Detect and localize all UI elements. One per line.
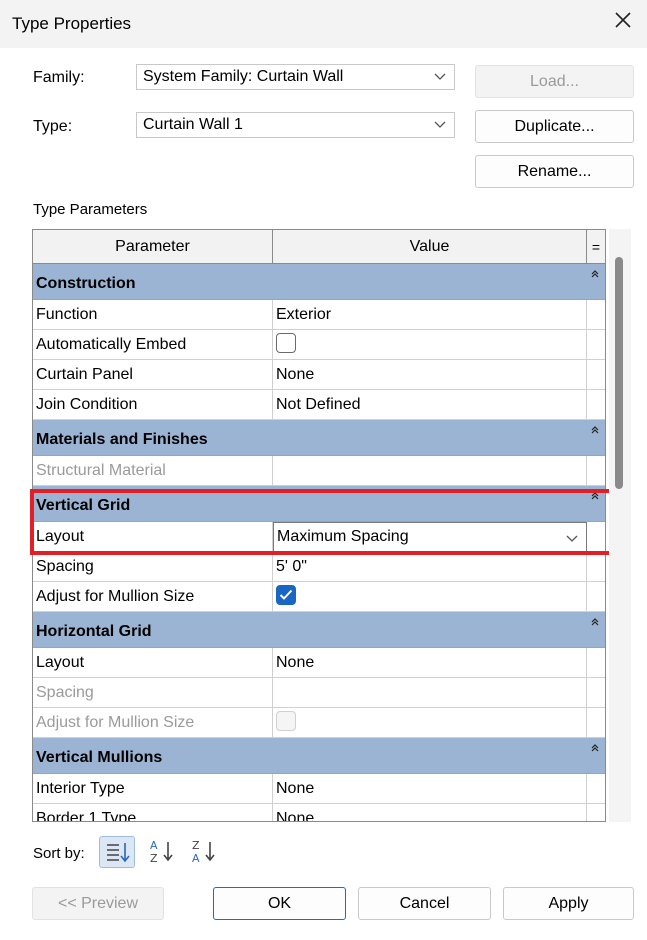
table-row[interactable]: Interior Type None <box>33 774 605 804</box>
row-name: Function <box>33 300 273 330</box>
group-label: Materials and Finishes <box>36 431 208 448</box>
group-sort-icon <box>107 843 130 863</box>
scrollbar-thumb[interactable] <box>615 257 623 489</box>
table-row[interactable]: Join Condition Not Defined <box>33 390 605 420</box>
row-name: Border 1 Type <box>33 804 273 821</box>
row-name: Join Condition <box>33 390 273 420</box>
family-label: Family: <box>33 69 85 86</box>
horizontal-adjust-checkbox <box>276 711 296 732</box>
row-name: Spacing <box>33 678 273 708</box>
row-value[interactable]: None <box>273 804 587 821</box>
table-row[interactable]: Curtain Panel None <box>33 360 605 390</box>
group-vertical-mullions[interactable]: Vertical Mullions <box>33 738 605 774</box>
close-icon <box>615 12 631 28</box>
close-button[interactable] <box>613 10 637 34</box>
parameter-column-header[interactable]: Parameter <box>33 230 273 264</box>
svg-text:Z: Z <box>192 839 200 852</box>
sort-descending-button[interactable]: Z A <box>187 836 223 868</box>
row-value[interactable]: None <box>273 774 587 804</box>
preview-button[interactable]: << Preview <box>32 887 164 920</box>
ok-button[interactable]: OK <box>213 887 346 920</box>
type-select[interactable]: Curtain Wall 1 <box>136 112 455 138</box>
row-value[interactable]: Exterior <box>273 300 587 330</box>
table-row[interactable]: Spacing 5' 0" <box>33 552 605 582</box>
table-row[interactable]: Function Exterior <box>33 300 605 330</box>
svg-text:A: A <box>192 852 200 865</box>
row-name: Adjust for Mullion Size <box>33 582 273 612</box>
vertical-scrollbar[interactable] <box>609 229 631 822</box>
table-row[interactable]: Layout None <box>33 648 605 678</box>
family-select-value: System Family: Curtain Wall <box>143 68 344 85</box>
table-row[interactable]: Spacing <box>33 678 605 708</box>
adjust-for-mullion-size-checkbox[interactable] <box>276 585 296 606</box>
collapse-icon[interactable] <box>589 616 601 628</box>
formula-column-header[interactable]: = <box>587 230 605 264</box>
sort-grouped-button[interactable] <box>99 836 135 868</box>
title-bar: Type Properties <box>0 0 647 48</box>
row-name: Automatically Embed <box>33 330 273 360</box>
table-row[interactable]: Adjust for Mullion Size <box>33 708 605 738</box>
row-name: Spacing <box>33 552 273 582</box>
row-name: Structural Material <box>33 456 273 486</box>
chevron-down-icon <box>434 121 446 128</box>
highlight-box <box>30 489 613 555</box>
row-name: Adjust for Mullion Size <box>33 708 273 738</box>
duplicate-button[interactable]: Duplicate... <box>475 110 634 143</box>
table-row[interactable]: Structural Material <box>33 456 605 486</box>
collapse-icon[interactable] <box>589 424 601 436</box>
sort-za-icon: Z A <box>192 839 215 865</box>
checkmark-icon <box>279 590 293 601</box>
rename-button[interactable]: Rename... <box>475 155 634 188</box>
cancel-button[interactable]: Cancel <box>358 887 491 920</box>
row-value[interactable] <box>273 456 587 486</box>
row-value[interactable]: None <box>273 360 587 390</box>
row-value[interactable]: 5' 0" <box>273 552 587 582</box>
family-select[interactable]: System Family: Curtain Wall <box>136 64 455 90</box>
type-parameters-label: Type Parameters <box>33 201 148 218</box>
type-select-value: Curtain Wall 1 <box>143 116 243 133</box>
row-value[interactable]: Not Defined <box>273 390 587 420</box>
sort-ascending-button[interactable]: A Z <box>145 836 181 868</box>
value-column-header[interactable]: Value <box>273 230 587 264</box>
svg-text:Z: Z <box>150 852 158 865</box>
collapse-icon[interactable] <box>589 268 601 280</box>
table-row[interactable]: Adjust for Mullion Size <box>33 582 605 612</box>
row-value[interactable] <box>273 678 587 708</box>
row-value[interactable]: None <box>273 648 587 678</box>
window-title: Type Properties <box>12 14 132 33</box>
group-label: Construction <box>36 275 136 292</box>
type-label: Type: <box>33 118 73 135</box>
chevron-down-icon <box>434 73 446 80</box>
row-name: Curtain Panel <box>33 360 273 390</box>
svg-text:A: A <box>150 839 158 852</box>
row-name: Interior Type <box>33 774 273 804</box>
row-name: Layout <box>33 648 273 678</box>
group-materials-and-finishes[interactable]: Materials and Finishes <box>33 420 605 456</box>
group-label: Vertical Mullions <box>36 749 163 766</box>
load-button[interactable]: Load... <box>475 65 634 98</box>
sort-by-label: Sort by: <box>33 845 85 862</box>
table-row[interactable]: Border 1 Type None <box>33 804 605 821</box>
group-horizontal-grid[interactable]: Horizontal Grid <box>33 612 605 648</box>
table-row[interactable]: Automatically Embed <box>33 330 605 360</box>
group-label: Horizontal Grid <box>36 623 152 640</box>
collapse-icon[interactable] <box>589 742 601 754</box>
apply-button[interactable]: Apply <box>503 887 634 920</box>
sort-az-icon: A Z <box>150 839 173 865</box>
group-construction[interactable]: Construction <box>33 264 605 300</box>
automatically-embed-checkbox[interactable] <box>276 333 296 354</box>
